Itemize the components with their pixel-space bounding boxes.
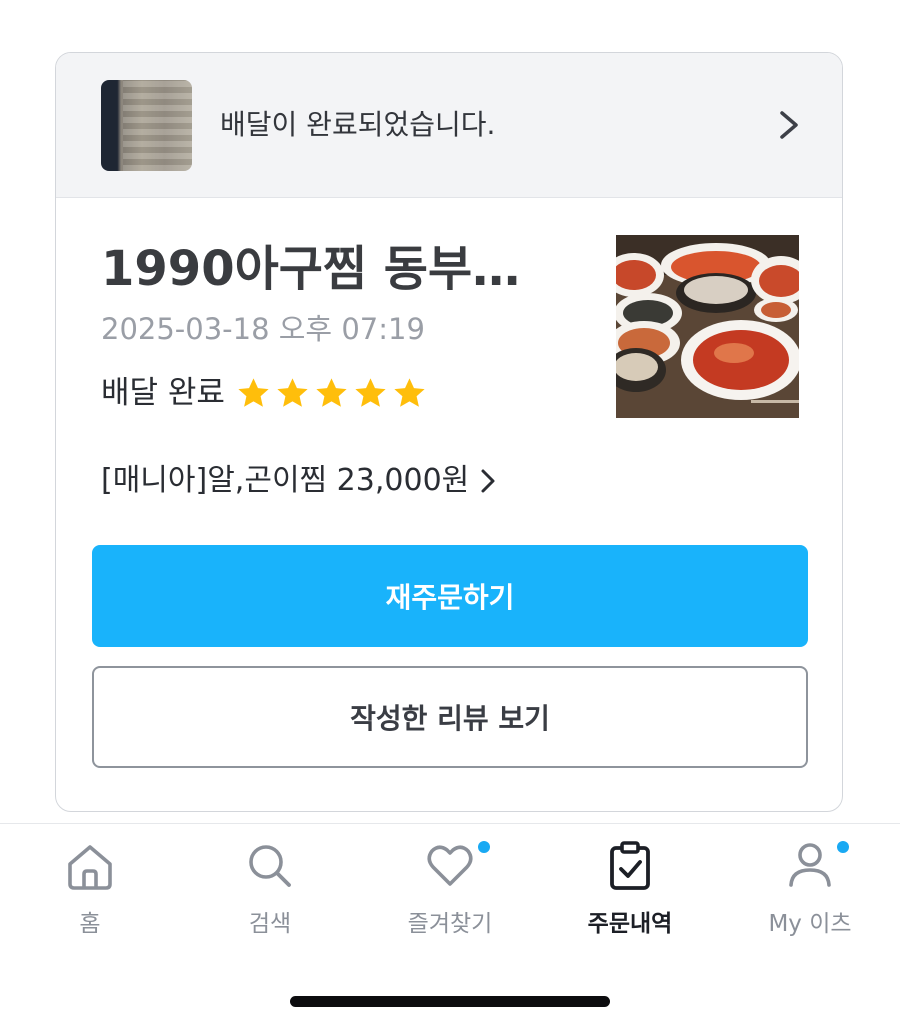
chevron-right-icon [780, 111, 798, 139]
delivery-status-label: 배달 완료 [101, 375, 225, 411]
delivery-status-banner[interactable]: 배달이 완료되었습니다. [56, 53, 842, 198]
star-icon [352, 375, 389, 412]
tab-label: 주문내역 [587, 911, 673, 937]
clipboard-check-icon [610, 841, 650, 890]
star-icon [313, 375, 350, 412]
star-icon [274, 375, 311, 412]
tab-label: 검색 [248, 911, 292, 937]
tab-my-eats[interactable]: My 이츠 [720, 824, 900, 954]
notification-badge [478, 841, 490, 853]
home-indicator[interactable] [290, 996, 610, 1007]
star-icon [391, 375, 428, 412]
reorder-button[interactable]: 재주문하기 [92, 545, 808, 647]
store-name[interactable]: 1990아구찜 동부… [101, 238, 520, 300]
order-card: 배달이 완료되었습니다. 1990아구찜 동부… 2025-03-18 오후 0… [55, 52, 843, 812]
tab-label: 즐겨찾기 [407, 911, 493, 937]
tab-search[interactable]: 검색 [180, 824, 360, 954]
menu-summary: [매니아]알,곤이찜 23,000원 [101, 463, 470, 498]
delivery-photo-thumbnail [101, 80, 192, 171]
menu-summary-link[interactable]: [매니아]알,곤이찜 23,000원 [101, 461, 499, 501]
home-icon [68, 845, 112, 890]
tab-favorites[interactable]: 즐겨찾기 [360, 824, 540, 954]
heart-icon [427, 845, 473, 886]
notification-badge [837, 841, 849, 853]
search-icon [249, 845, 291, 887]
tab-label: My 이츠 [768, 911, 852, 937]
tab-label: 홈 [79, 911, 101, 937]
tab-order-history[interactable]: 주문내역 [540, 824, 720, 954]
tab-home[interactable]: 홈 [0, 824, 180, 954]
star-rating [235, 375, 428, 412]
order-date: 2025-03-18 오후 07:19 [101, 312, 425, 346]
view-review-button[interactable]: 작성한 리뷰 보기 [92, 666, 808, 768]
star-icon [235, 375, 272, 412]
chevron-right-icon [481, 469, 495, 493]
status-message: 배달이 완료되었습니다. [220, 108, 496, 141]
store-food-image[interactable] [616, 235, 799, 418]
status-rating-row: 배달 완료 [101, 373, 428, 413]
person-icon [789, 843, 831, 887]
